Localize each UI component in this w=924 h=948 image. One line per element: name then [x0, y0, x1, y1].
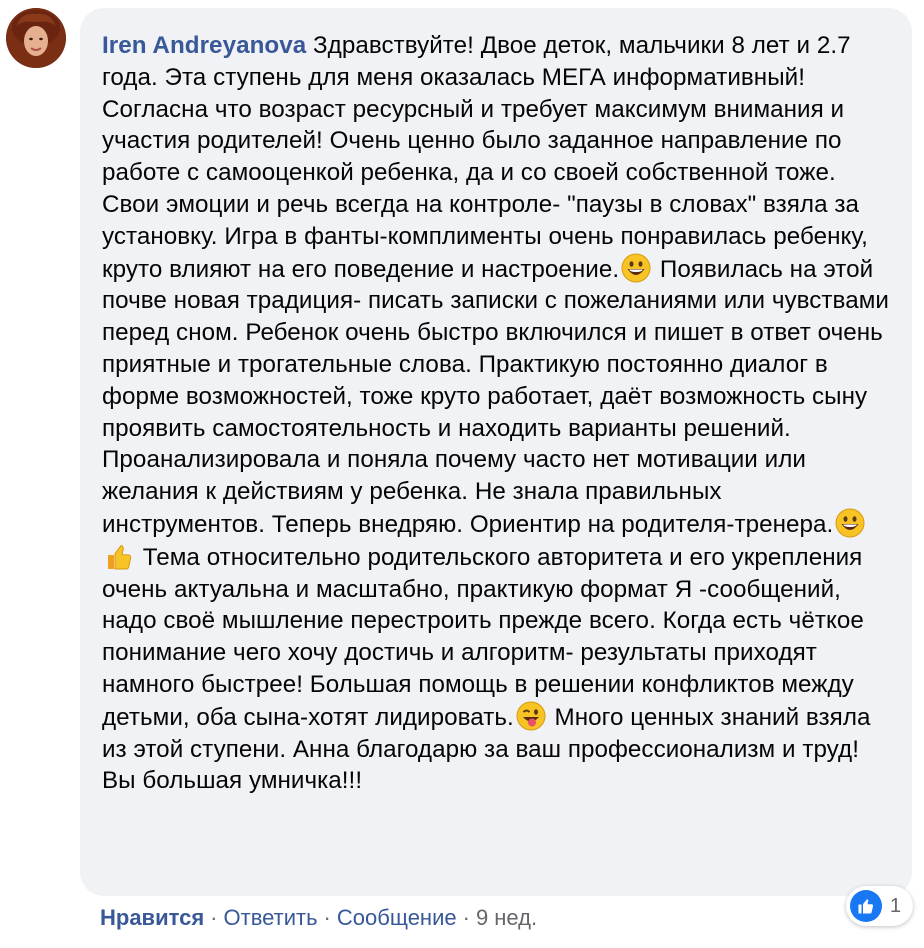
grinning-face-emoji — [621, 253, 651, 283]
like-icon — [850, 890, 882, 922]
comment-bubble: Iren Andreyanova Здравствуйте! Двое дето… — [80, 8, 912, 896]
comment-text: Iren Andreyanova Здравствуйте! Двое дето… — [102, 30, 890, 797]
grinning-face-emoji — [835, 508, 865, 538]
thumbs-up-emoji — [104, 541, 134, 571]
comment-text-segment: Появилась на этой почве новая традиция- … — [102, 255, 889, 538]
comment-actions: Нравится · Ответить · Сообщение · 9 нед. — [100, 905, 537, 931]
comment-text-segment: Здравствуйте! Двое деток, мальчики 8 лет… — [102, 32, 868, 283]
winking-tongue-face-emoji — [516, 701, 546, 731]
timestamp[interactable]: 9 нед. — [476, 905, 537, 930]
separator: · — [323, 905, 331, 930]
separator: · — [462, 905, 470, 930]
comment-author[interactable]: Iren Andreyanova — [102, 32, 306, 59]
reply-button[interactable]: Ответить — [224, 905, 318, 930]
like-button[interactable]: Нравится — [100, 905, 204, 930]
reaction-count: 1 — [890, 894, 902, 917]
reactions-summary[interactable]: 1 — [846, 886, 914, 926]
comment-text-segment: Тема относительно родительского авторите… — [102, 543, 864, 731]
separator: · — [210, 905, 218, 930]
avatar[interactable] — [6, 8, 66, 68]
message-button[interactable]: Сообщение — [337, 905, 457, 930]
